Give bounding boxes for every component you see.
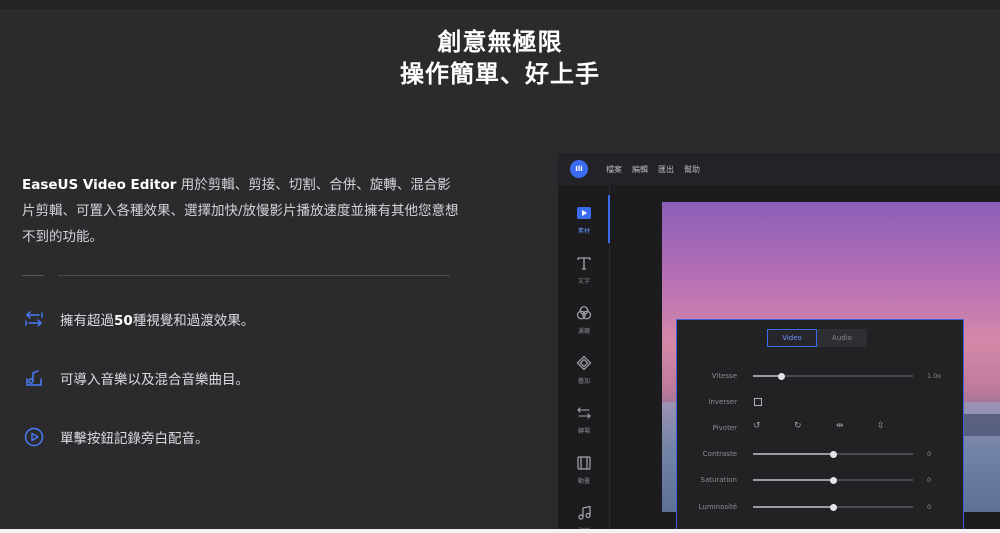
media-icon [575,204,593,222]
editor-sidebar: 素材 文字 濾鏡 疊加 轉場 動畫 [558,185,610,533]
feature-item-audio: 可導入音樂以及混合音樂曲目。 [22,366,249,390]
row-pivoter: Pivoter ↺ ↻ ⇹ ⇳ [677,421,965,435]
top-strip [0,0,1000,9]
bottom-edge [0,529,1000,533]
sidebar-item-music[interactable]: 配樂 [558,495,610,533]
label-pivoter: Pivoter [712,424,737,432]
feature-item-voiceover: 單擊按鈕記錄旁白配音。 [22,425,209,449]
contrast-slider-knob[interactable] [829,450,837,458]
sidebar-label-media: 素材 [577,227,590,235]
rotate-left-icon[interactable]: ↺ [753,421,761,431]
sidebar-label-overlay: 疊加 [577,377,590,385]
sidebar-label-animation: 動畫 [577,477,590,485]
row-saturation: Saturation 0 [677,473,965,487]
label-vitesse: Vitesse [711,372,737,380]
headline-line-1: 創意無極限 [437,28,563,56]
value-vitesse: 1.0x [927,372,942,380]
text-icon [575,254,593,272]
music-icon [575,504,593,522]
sidebar-item-filter[interactable]: 濾鏡 [558,295,610,343]
value-contraste: 0 [927,450,932,458]
row-vitesse: Vitesse 1.0x [677,369,965,383]
label-luminosite: Luminosité [698,503,737,511]
speed-slider-knob[interactable] [778,372,786,380]
contrast-slider[interactable] [753,450,913,458]
row-luminosite: Luminosité 0 [677,500,965,514]
play-circle-icon [22,425,46,449]
sidebar-item-overlay[interactable]: 疊加 [558,345,610,393]
properties-panel: Video Audio Vitesse 1.0x Inverser Pivote… [676,319,964,533]
sidebar-label-filter: 濾鏡 [577,327,590,335]
editor-window: Ili 檔案 編輯 匯出 幫助 素材 文字 濾鏡 疊加 轉場 動畫 Video … [558,153,1000,533]
divider-long [58,275,450,276]
feature-text-bold: 50 [114,313,133,329]
tab-audio[interactable]: Audio [817,329,867,347]
sidebar-item-animation[interactable]: 動畫 [558,445,610,493]
sidebar-item-transition[interactable]: 轉場 [558,395,610,443]
headline: 創意無極限 操作簡單、好上手 [0,26,1000,90]
speed-slider[interactable] [753,372,913,380]
rotate-right-icon[interactable]: ↻ [794,421,802,431]
label-saturation: Saturation [700,476,738,484]
feature-item-effects: 擁有超過50種視覺和過渡效果。 [22,307,254,331]
menu-help[interactable]: 幫助 [684,164,700,175]
value-saturation: 0 [927,476,932,484]
film-icon [575,454,593,472]
transition-arrows-icon [22,307,46,331]
sidebar-label-transition: 轉場 [577,427,590,435]
label-contraste: Contraste [702,450,737,458]
row-contraste: Contraste 0 [677,447,965,461]
editor-menubar: Ili 檔案 編輯 匯出 幫助 [558,153,1000,185]
sidebar-label-text: 文字 [577,277,590,285]
transition-icon [575,404,593,422]
value-luminosite: 0 [927,503,932,511]
panel-tabs: Video Audio [767,329,867,347]
reverse-checkbox[interactable] [754,398,762,406]
saturation-slider-knob[interactable] [829,476,837,484]
app-logo: Ili [570,160,588,178]
menu-file[interactable]: 檔案 [606,164,622,175]
brightness-slider-knob[interactable] [829,503,837,511]
divider-short [22,275,44,276]
saturation-slider-fill [753,479,833,481]
flip-horizontal-icon[interactable]: ⇹ [836,421,844,431]
brand-name: EaseUS Video Editor [22,177,177,193]
menu-export[interactable]: 匯出 [658,164,674,175]
feature-text-audio: 可導入音樂以及混合音樂曲目。 [60,372,249,388]
brightness-slider[interactable] [753,503,913,511]
overlay-icon [575,354,593,372]
feature-text-effects: 擁有超過50種視覺和過渡效果。 [60,309,254,329]
row-inverser: Inverser [677,395,965,409]
feature-text-pre: 擁有超過 [60,313,114,329]
brightness-slider-fill [753,506,833,508]
contrast-slider-fill [753,453,833,455]
sidebar-item-media[interactable]: 素材 [558,195,610,243]
tab-video[interactable]: Video [767,329,817,347]
filter-icon [575,304,593,322]
intro-paragraph: EaseUS Video Editor 用於剪輯、剪接、切割、合併、旋轉、混合影… [22,172,462,250]
headline-line-2: 操作簡單、好上手 [400,60,600,88]
menu-edit[interactable]: 編輯 [632,164,648,175]
feature-text-voiceover: 單擊按鈕記錄旁白配音。 [60,431,209,447]
feature-text-post: 種視覺和過渡效果。 [132,313,255,329]
saturation-slider[interactable] [753,476,913,484]
label-inverser: Inverser [708,398,737,406]
audio-import-icon [22,366,46,390]
sidebar-item-text[interactable]: 文字 [558,245,610,293]
flip-vertical-icon[interactable]: ⇳ [877,421,885,431]
